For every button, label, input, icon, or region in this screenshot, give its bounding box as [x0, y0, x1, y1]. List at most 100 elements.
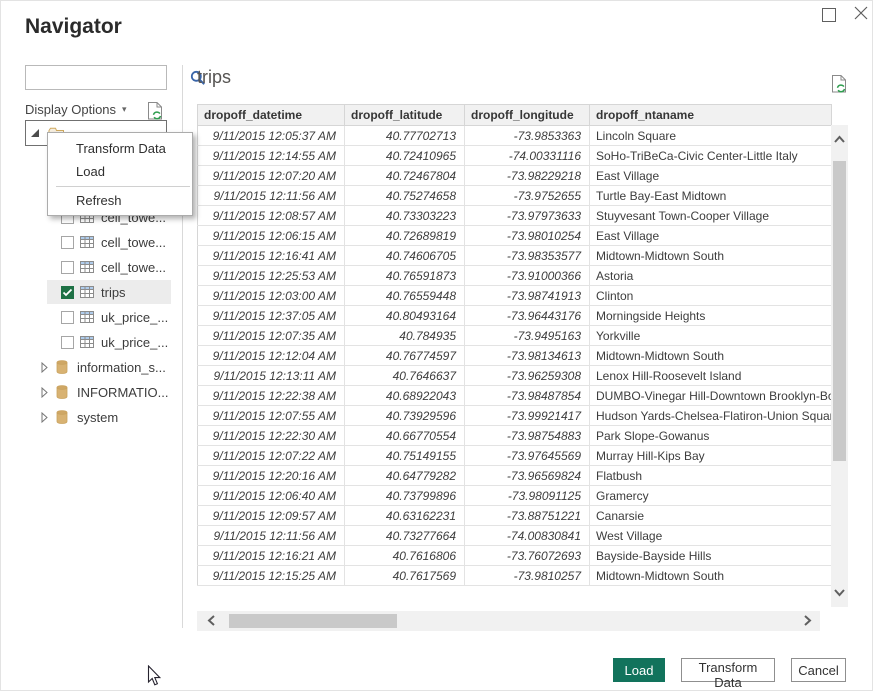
tree-item-trips[interactable]: trips: [47, 280, 171, 304]
checkbox[interactable]: [61, 236, 74, 249]
preview-cell: -73.98741913: [465, 286, 590, 306]
checkbox[interactable]: [61, 336, 74, 349]
tree-item-cell-towe[interactable]: cell_towe...: [47, 255, 171, 279]
preview-cell: -73.98010254: [465, 226, 590, 246]
vertical-scrollbar[interactable]: [831, 125, 848, 607]
preview-cell: Midtown-Midtown South: [590, 346, 832, 366]
search-box[interactable]: [25, 65, 167, 90]
preview-cell: -73.96569824: [465, 466, 590, 486]
preview-cell: 40.73799896: [345, 486, 465, 506]
scroll-down-icon[interactable]: [833, 586, 846, 599]
menu-item-load[interactable]: Load: [48, 160, 192, 183]
table-icon: [80, 336, 94, 348]
preview-cell: -73.99921417: [465, 406, 590, 426]
preview-cell: Yorkville: [590, 326, 832, 346]
checkbox[interactable]: [61, 261, 74, 274]
database-icon: [56, 410, 68, 424]
preview-column-header: dropoff_latitude: [345, 105, 465, 126]
display-options-dropdown[interactable]: Display Options ▾: [25, 102, 127, 117]
horizontal-scrollbar[interactable]: [197, 611, 820, 631]
preview-cell: -73.98229218: [465, 166, 590, 186]
tree-item-informatio[interactable]: INFORMATIO...: [25, 380, 171, 404]
database-icon: [56, 360, 68, 374]
preview-column-header: dropoff_longitude: [465, 105, 590, 126]
preview-cell: -73.76072693: [465, 546, 590, 566]
preview-cell: 40.64779282: [345, 466, 465, 486]
search-input[interactable]: [26, 66, 189, 89]
preview-cell: -73.96259308: [465, 366, 590, 386]
preview-cell: 40.68922043: [345, 386, 465, 406]
vertical-scrollbar-thumb[interactable]: [833, 161, 846, 461]
table-row: 9/11/2015 12:15:25 AM40.7617569-73.98102…: [198, 566, 832, 586]
preview-cell: 9/11/2015 12:20:16 AM: [198, 466, 345, 486]
horizontal-scrollbar-thumb[interactable]: [229, 614, 397, 628]
preview-cell: -73.98487854: [465, 386, 590, 406]
tree-item-system[interactable]: system: [25, 405, 171, 429]
tree-item-uk-price[interactable]: uk_price_...: [47, 305, 171, 329]
table-row: 9/11/2015 12:25:53 AM40.76591873-73.9100…: [198, 266, 832, 286]
context-menu: Transform Data Load Refresh: [47, 132, 193, 216]
maximize-icon[interactable]: [822, 8, 836, 22]
tree-item-information-s[interactable]: information_s...: [25, 355, 171, 379]
preview-cell: 40.73303223: [345, 206, 465, 226]
table-row: 9/11/2015 12:08:57 AM40.73303223-73.9797…: [198, 206, 832, 226]
preview-cell: -73.96443176: [465, 306, 590, 326]
preview-cell: 9/11/2015 12:07:20 AM: [198, 166, 345, 186]
preview-cell: 40.77702713: [345, 126, 465, 146]
table-row: 9/11/2015 12:20:16 AM40.64779282-73.9656…: [198, 466, 832, 486]
preview-cell: Gramercy: [590, 486, 832, 506]
scroll-up-icon[interactable]: [833, 133, 846, 146]
table-row: 9/11/2015 12:22:30 AM40.66770554-73.9875…: [198, 426, 832, 446]
preview-cell: 9/11/2015 12:11:56 AM: [198, 526, 345, 546]
load-button[interactable]: Load: [613, 658, 665, 682]
expand-arrow-icon[interactable]: [41, 362, 48, 373]
scroll-left-icon[interactable]: [205, 614, 218, 627]
table-row: 9/11/2015 12:05:37 AM40.77702713-73.9853…: [198, 126, 832, 146]
tree-item-uk-price[interactable]: uk_price_...: [47, 330, 171, 354]
tree-item-label: uk_price_...: [101, 335, 168, 350]
refresh-preview-icon[interactable]: [147, 101, 164, 122]
preview-cell: East Village: [590, 226, 832, 246]
preview-cell: 9/11/2015 12:07:55 AM: [198, 406, 345, 426]
preview-table: dropoff_datetimedropoff_latitudedropoff_…: [197, 104, 832, 586]
expand-arrow-icon[interactable]: [41, 412, 48, 423]
preview-cell: Clinton: [590, 286, 832, 306]
preview-cell: 9/11/2015 12:12:04 AM: [198, 346, 345, 366]
preview-column-header: dropoff_datetime: [198, 105, 345, 126]
preview-cell: -73.98754883: [465, 426, 590, 446]
table-row: 9/11/2015 12:22:38 AM40.68922043-73.9848…: [198, 386, 832, 406]
preview-cell: Midtown-Midtown South: [590, 566, 832, 586]
expand-arrow-icon[interactable]: [30, 128, 40, 138]
cancel-button[interactable]: Cancel: [791, 658, 846, 682]
tree-item-cell-towe[interactable]: cell_towe...: [47, 230, 171, 254]
table-row: 9/11/2015 12:11:56 AM40.73277664-74.0083…: [198, 526, 832, 546]
preview-cell: Bayside-Bayside Hills: [590, 546, 832, 566]
checkbox[interactable]: [61, 311, 74, 324]
preview-cell: 40.784935: [345, 326, 465, 346]
expand-arrow-icon[interactable]: [41, 387, 48, 398]
transform-data-button[interactable]: Transform Data: [681, 658, 775, 682]
menu-item-transform-data[interactable]: Transform Data: [48, 137, 192, 160]
close-icon[interactable]: [853, 5, 869, 21]
preview-cell: Canarsie: [590, 506, 832, 526]
preview-cell: 9/11/2015 12:22:30 AM: [198, 426, 345, 446]
preview-cell: 9/11/2015 12:05:37 AM: [198, 126, 345, 146]
chevron-down-icon: ▾: [122, 104, 127, 115]
preview-cell: 9/11/2015 12:13:11 AM: [198, 366, 345, 386]
preview-cell: 9/11/2015 12:11:56 AM: [198, 186, 345, 206]
table-icon: [80, 261, 94, 273]
preview-cell: 40.7616806: [345, 546, 465, 566]
tree-item-label: system: [77, 410, 118, 425]
tree-item-label: INFORMATIO...: [77, 385, 168, 400]
preview-cell: 9/11/2015 12:22:38 AM: [198, 386, 345, 406]
scroll-right-icon[interactable]: [801, 614, 814, 627]
preview-cell: -74.00331116: [465, 146, 590, 166]
menu-item-refresh[interactable]: Refresh: [48, 189, 192, 212]
preview-cell: 40.74606705: [345, 246, 465, 266]
preview-cell: Flatbush: [590, 466, 832, 486]
table-row: 9/11/2015 12:13:11 AM40.7646637-73.96259…: [198, 366, 832, 386]
preview-cell: -73.98134613: [465, 346, 590, 366]
preview-cell: West Village: [590, 526, 832, 546]
refresh-preview-icon[interactable]: [831, 74, 848, 95]
checkbox[interactable]: [61, 286, 74, 299]
